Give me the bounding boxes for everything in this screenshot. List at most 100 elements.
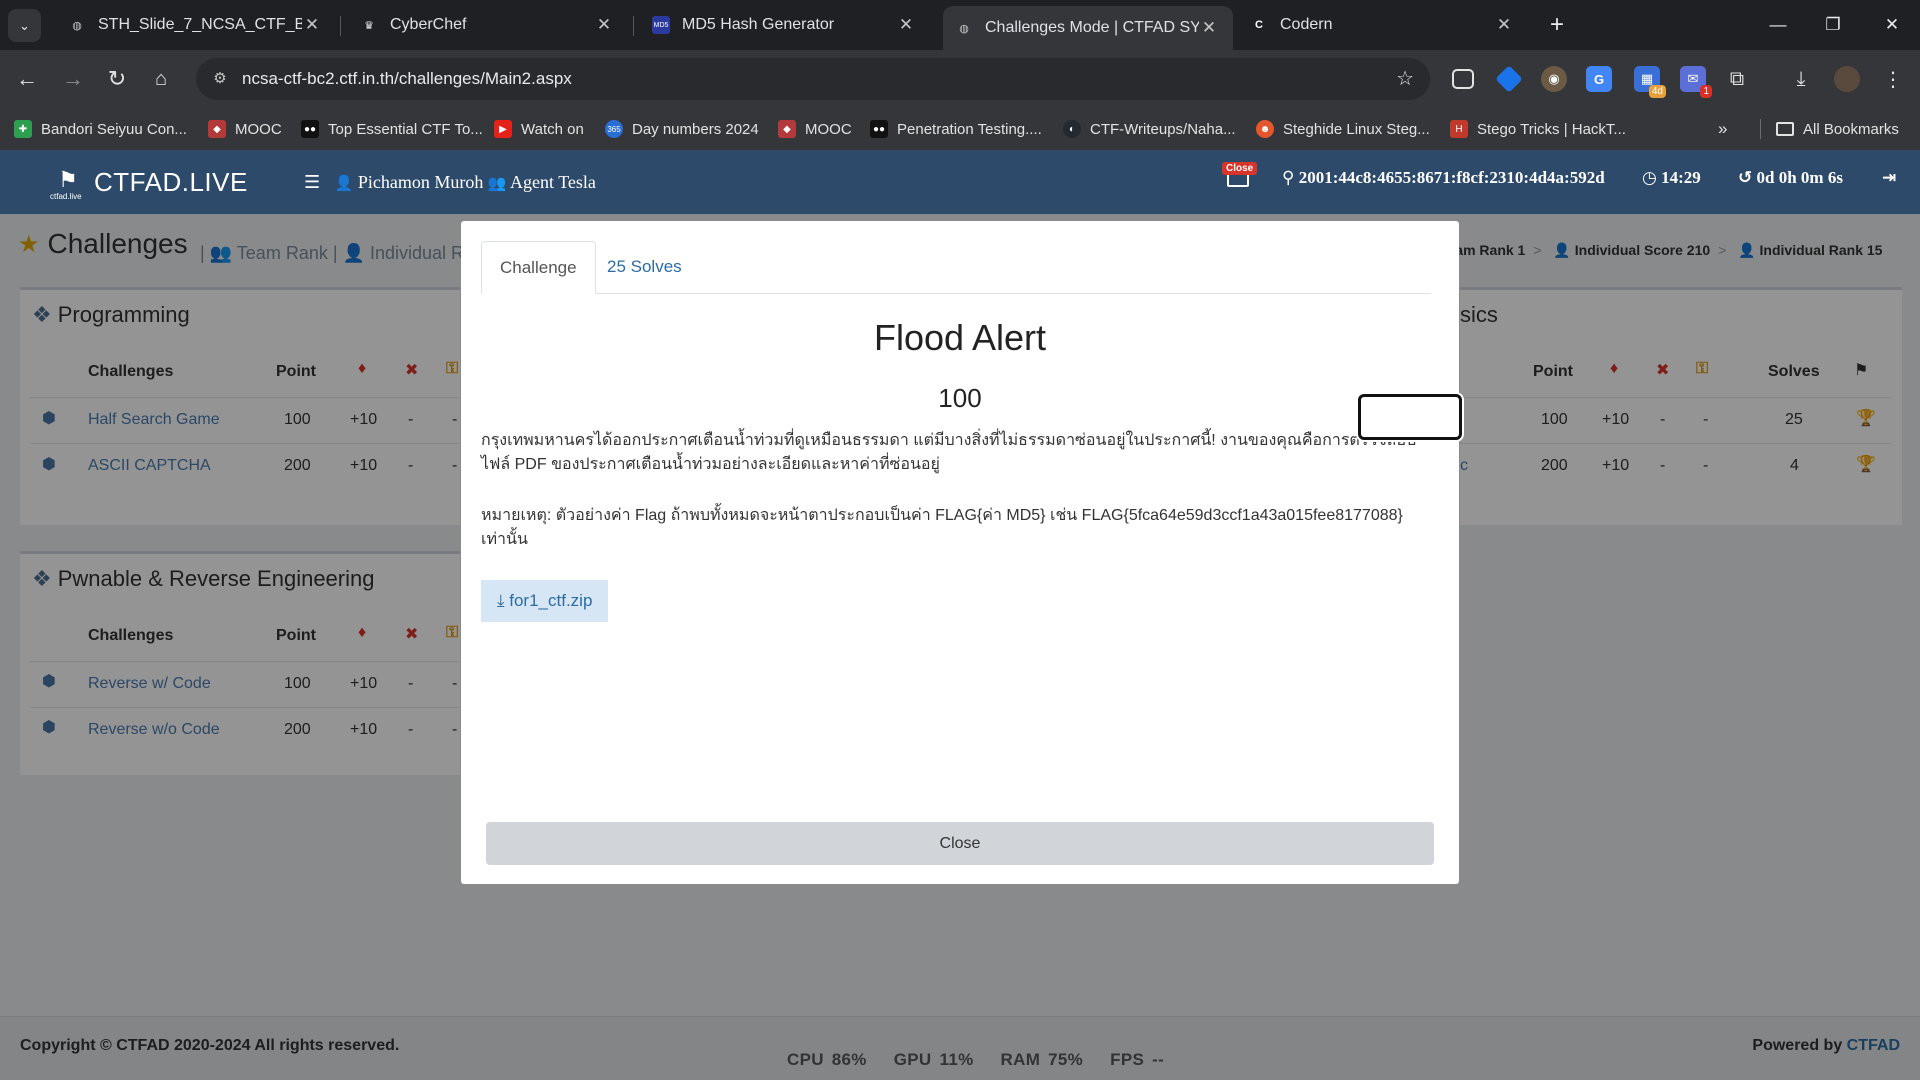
bookmark-item[interactable]: ●● Penetration Testing....: [870, 108, 1042, 150]
close-tab-icon[interactable]: ✕: [302, 15, 322, 35]
clock-text: 14:29: [1661, 168, 1701, 187]
tab-title: STH_Slide_7_NCSA_CTF_Bootca: [98, 16, 302, 33]
bookmark-item[interactable]: ✚ Bandori Seiyuu Con...: [14, 108, 187, 150]
close-tab-icon[interactable]: ✕: [896, 15, 916, 35]
download-file-label: for1_ctf.zip: [509, 591, 593, 610]
user-name[interactable]: Pichamon Muroh: [358, 172, 484, 192]
translate-extension-icon[interactable]: G: [1586, 66, 1612, 92]
fps-label: FPS: [1110, 1050, 1145, 1069]
medium-icon: ●●: [301, 120, 319, 138]
logo-caption: ctfad.live: [50, 192, 82, 201]
browser-tab[interactable]: ♛ CyberChef ✕: [348, 6, 628, 44]
close-modal-button[interactable]: Close: [486, 822, 1434, 865]
cpu-value: 86%: [831, 1050, 867, 1069]
download-icon[interactable]: ⤓: [1788, 66, 1814, 92]
tab-separator: [340, 16, 341, 36]
user-info: ☰ 👤 Pichamon Muroh 👥 Agent Tesla: [304, 150, 596, 215]
new-tab-button[interactable]: +: [1542, 10, 1572, 40]
ctfad-logo[interactable]: ⚑ ctfad.live: [48, 168, 88, 202]
user-icon: 👤: [334, 174, 354, 192]
hamburger-menu-icon[interactable]: ☰: [304, 172, 320, 193]
home-button[interactable]: ⌂: [144, 62, 178, 96]
close-tab-icon[interactable]: ✕: [594, 15, 614, 35]
tab-solves[interactable]: 25 Solves: [589, 241, 700, 294]
clock-icon: ◷: [1642, 168, 1657, 188]
tab-search-button[interactable]: ⌄: [8, 9, 41, 42]
bookmark-label: Stego Tricks | HackT...: [1477, 120, 1626, 138]
bookmark-item[interactable]: H Stego Tricks | HackT...: [1450, 108, 1626, 150]
challenge-points: 100: [938, 383, 982, 413]
ram-label: RAM: [1000, 1050, 1041, 1069]
codern-icon: C: [1255, 19, 1263, 31]
url-text[interactable]: ncsa-ctf-bc2.ctf.in.th/challenges/Main2.…: [242, 58, 572, 100]
owl-extension-icon[interactable]: ◉: [1541, 66, 1567, 92]
extensions-puzzle-icon[interactable]: ⧉: [1724, 66, 1750, 92]
floating-overlay-box[interactable]: [1358, 394, 1462, 440]
challenge-title: Flood Alert: [873, 317, 1047, 358]
bookmark-item[interactable]: 365 Day numbers 2024: [605, 108, 759, 150]
tab-title: Challenges Mode | CTFAD SYST: [985, 19, 1199, 36]
challenge-modal: Challenge 25 Solves Flood Alert 100 กรุง…: [461, 221, 1459, 884]
tab-separator: [633, 16, 634, 36]
browser-toolbar: ← → ↻ ⌂ ⚙ ncsa-ctf-bc2.ctf.in.th/challen…: [0, 50, 1920, 108]
md5-icon: MD5: [652, 16, 670, 34]
browser-tab[interactable]: ◍ STH_Slide_7_NCSA_CTF_Bootca ✕: [56, 6, 336, 44]
bookmark-label: Penetration Testing....: [897, 120, 1042, 138]
site-info-icon[interactable]: ⚙: [208, 67, 232, 91]
download-icon: ⤓: [497, 591, 505, 610]
ip-address: ⚲ 2001:44c8:4655:8671:f8cf:2310:4d4a:592…: [1282, 150, 1605, 206]
layers-extension-icon[interactable]: [1495, 65, 1523, 93]
bookmark-item[interactable]: ☻ Steghide Linux Steg...: [1256, 108, 1430, 150]
ip-text: 2001:44c8:4655:8671:f8cf:2310:4d4a:592d: [1298, 168, 1605, 187]
tab-challenge[interactable]: Challenge: [481, 241, 596, 294]
bookmark-item[interactable]: ●● Top Essential CTF To...: [301, 108, 483, 150]
sidebar-toggle-icon[interactable]: [1452, 69, 1474, 89]
mail-close-badge[interactable]: Close: [1222, 162, 1258, 175]
close-tab-icon[interactable]: ✕: [1199, 18, 1219, 38]
back-button[interactable]: ←: [10, 62, 44, 96]
map-pin-icon: ⚲: [1282, 168, 1295, 188]
team-name[interactable]: Agent Tesla: [510, 172, 596, 192]
globe-icon: ◍: [959, 22, 969, 35]
forward-button[interactable]: →: [56, 62, 90, 96]
browser-menu-icon[interactable]: ⋮: [1880, 66, 1906, 92]
chat-extension-icon[interactable]: ✉ 1: [1680, 66, 1712, 98]
restore-button[interactable]: ❐: [1813, 8, 1853, 42]
youtube-icon: ▶: [494, 120, 512, 138]
calendar-extension-icon[interactable]: ▦ 4d: [1634, 66, 1666, 98]
close-tab-icon[interactable]: ✕: [1494, 15, 1514, 35]
tab-title: CyberChef: [390, 16, 467, 33]
modal-tabs: Challenge 25 Solves: [481, 241, 1431, 294]
bookmark-label: CTF-Writeups/Naha...: [1090, 120, 1236, 138]
browser-tab-active[interactable]: ◍ Challenges Mode | CTFAD SYST ✕: [943, 6, 1233, 50]
calendar-365-icon: 365: [605, 120, 623, 138]
profile-avatar[interactable]: [1834, 66, 1860, 92]
browser-tab-bar: ⌄ ◍ STH_Slide_7_NCSA_CTF_Bootca ✕ ♛ Cybe…: [0, 0, 1920, 50]
bookmark-label: Steghide Linux Steg...: [1283, 120, 1430, 138]
cpu-label: CPU: [787, 1050, 824, 1069]
bookmark-item[interactable]: ◆ MOOC: [208, 108, 282, 150]
bookmark-label: Top Essential CTF To...: [328, 120, 483, 138]
bookmark-label: Bandori Seiyuu Con...: [41, 120, 187, 138]
gpu-label: GPU: [893, 1050, 932, 1069]
github-icon: ◐: [1063, 120, 1081, 138]
tab-title: MD5 Hash Generator: [682, 16, 835, 33]
site-brand[interactable]: CTFAD.LIVE: [94, 150, 248, 214]
more-bookmarks-chevron-icon[interactable]: »: [1718, 108, 1727, 150]
address-bar[interactable]: ⚙ ncsa-ctf-bc2.ctf.in.th/challenges/Main…: [196, 58, 1430, 100]
reload-button[interactable]: ↻: [100, 62, 134, 96]
bookmark-item[interactable]: ◐ CTF-Writeups/Naha...: [1063, 108, 1236, 150]
bookmark-item[interactable]: ▶ Watch on: [494, 108, 584, 150]
window-close-button[interactable]: ✕: [1872, 8, 1912, 42]
minimize-button[interactable]: —: [1758, 8, 1798, 42]
logout-icon[interactable]: ⇥: [1882, 150, 1896, 206]
browser-tab[interactable]: MD5 MD5 Hash Generator ✕: [640, 6, 930, 44]
history-icon: ↺: [1738, 168, 1753, 188]
all-bookmarks-button[interactable]: All Bookmarks: [1776, 108, 1899, 150]
steghide-icon: ☻: [1256, 120, 1274, 138]
challenge-note: หมายเหตุ: ตัวอย่างค่า Flag ถ้าพบทั้งหมดจ…: [481, 507, 1403, 548]
bookmark-star-icon[interactable]: ☆: [1396, 58, 1414, 100]
browser-tab[interactable]: C Codern ✕: [1238, 6, 1528, 44]
download-file-button[interactable]: ⤓ for1_ctf.zip: [481, 580, 609, 622]
bookmark-item[interactable]: ◆ MOOC: [778, 108, 852, 150]
